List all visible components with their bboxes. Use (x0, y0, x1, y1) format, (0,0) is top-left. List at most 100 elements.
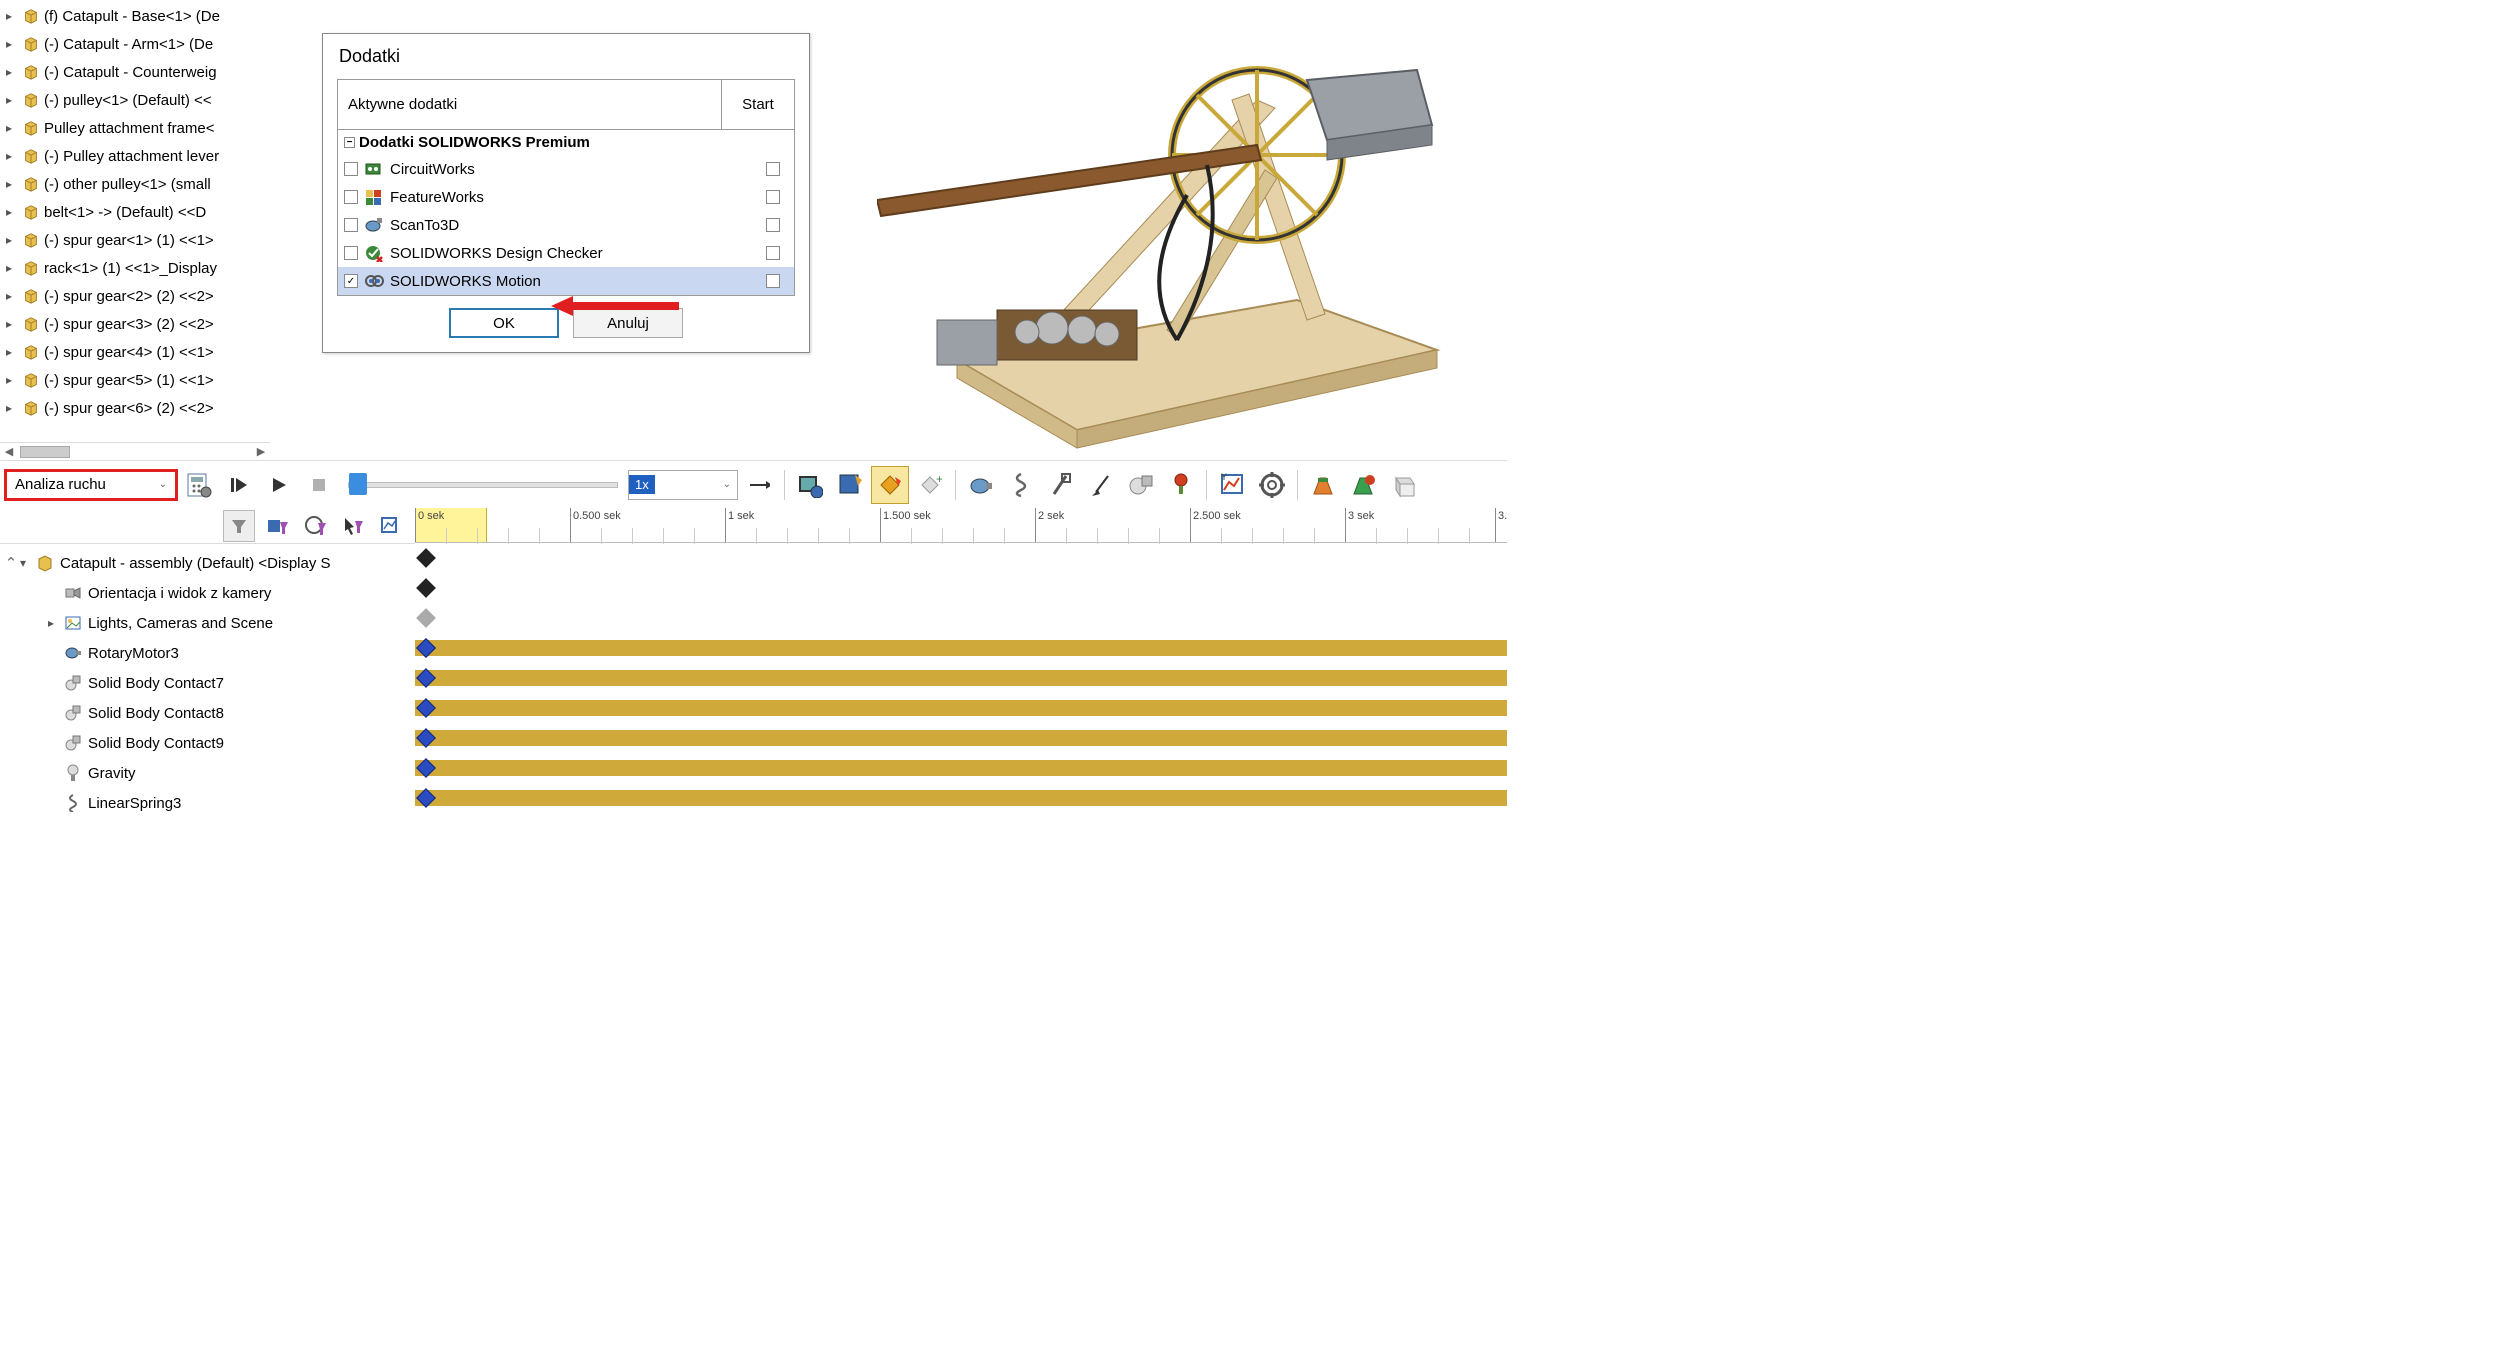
contact-icon (62, 674, 84, 692)
filter-selected-button[interactable] (337, 510, 369, 542)
timeline-tree-item[interactable]: Orientacja i widok z kamery (0, 578, 415, 608)
time-slider-thumb[interactable] (349, 473, 367, 495)
ok-button[interactable]: OK (449, 308, 559, 338)
timeline-tree-item[interactable]: Gravity (0, 758, 415, 788)
tree-horizontal-scrollbar[interactable]: ◀ ▶ (0, 442, 270, 460)
cancel-button[interactable]: Anuluj (573, 308, 683, 338)
addin-row[interactable]: FeatureWorks (338, 183, 794, 211)
filter-driving-button[interactable] (299, 510, 331, 542)
svg-text:Y: Y (1221, 472, 1227, 482)
sim-setup-button[interactable] (1304, 466, 1342, 504)
tree-item[interactable]: ▸(-) Catapult - Arm<1> (De (0, 30, 270, 58)
addin-row[interactable]: SOLIDWORKS Design Checker (338, 239, 794, 267)
filter-results-button[interactable] (375, 510, 407, 542)
timeline-track[interactable] (415, 603, 1507, 633)
results-plot-button[interactable]: Y (1213, 466, 1251, 504)
contact-button[interactable] (1122, 466, 1160, 504)
timeline-tree-item[interactable]: Solid Body Contact9 (0, 728, 415, 758)
timeline-tree-item[interactable]: Solid Body Contact7 (0, 668, 415, 698)
addin-start-checkbox[interactable] (766, 162, 780, 176)
addin-start-checkbox[interactable] (766, 246, 780, 260)
tree-item[interactable]: ▸(-) spur gear<3> (2) <<2> (0, 310, 270, 338)
spring-button[interactable] (1002, 466, 1040, 504)
part-icon (22, 315, 40, 333)
animation-wizard-button[interactable] (831, 466, 869, 504)
add-key-button[interactable]: + (911, 466, 949, 504)
tree-item[interactable]: ▸(-) spur gear<6> (2) <<2> (0, 394, 270, 422)
addin-active-checkbox[interactable] (344, 190, 358, 204)
motor-icon (62, 645, 84, 661)
sim-results-button[interactable] (1344, 466, 1382, 504)
keyframe-diamond[interactable] (416, 578, 436, 598)
play-button[interactable] (260, 466, 298, 504)
tree-item[interactable]: ▸belt<1> -> (Default) <<D (0, 198, 270, 226)
graphics-viewport[interactable]: Dodatki Aktywne dodatki Start − Dodatki … (270, 0, 1507, 460)
addin-icon (364, 160, 384, 178)
tree-item[interactable]: ▸(-) spur gear<1> (1) <<1> (0, 226, 270, 254)
tree-item[interactable]: ▸(-) spur gear<5> (1) <<1> (0, 366, 270, 394)
playback-speed-select[interactable]: 1x ⌄ (628, 470, 738, 500)
part-icon (22, 7, 40, 25)
play-from-start-button[interactable] (220, 466, 258, 504)
model-preview-image (877, 30, 1477, 453)
timeline-track[interactable] (415, 753, 1507, 783)
tree-item[interactable]: ▸Pulley attachment frame< (0, 114, 270, 142)
damper-button[interactable] (1042, 466, 1080, 504)
addin-active-checkbox[interactable]: ✓ (344, 274, 358, 288)
timeline-tree-item[interactable]: ▸Lights, Cameras and Scene (0, 608, 415, 638)
keyframe-diamond[interactable] (416, 608, 436, 628)
addins-column-start: Start (722, 96, 794, 113)
timeline-track[interactable] (415, 573, 1507, 603)
timeline-ruler[interactable]: 0 sek0.500 sek1 sek1.500 sek2 sek2.500 s… (415, 508, 1507, 543)
timeline-tree-item[interactable]: Solid Body Contact8 (0, 698, 415, 728)
addin-active-checkbox[interactable] (344, 246, 358, 260)
stop-button[interactable] (300, 466, 338, 504)
filter-animated-button[interactable] (261, 510, 293, 542)
timeline-tree-item[interactable]: RotaryMotor3 (0, 638, 415, 668)
tree-item[interactable]: ▸(-) pulley<1> (Default) << (0, 86, 270, 114)
addin-start-checkbox[interactable] (766, 218, 780, 232)
tree-item[interactable]: ▸(-) Catapult - Counterweig (0, 58, 270, 86)
tree-item[interactable]: ▸(-) other pulley<1> (small (0, 170, 270, 198)
addin-row[interactable]: ✓SOLIDWORKS Motion (338, 267, 794, 295)
addins-group-header[interactable]: − Dodatki SOLIDWORKS Premium (338, 130, 794, 155)
timeline-track[interactable] (415, 783, 1507, 813)
part-icon (22, 63, 40, 81)
timeline-track[interactable] (415, 723, 1507, 753)
timeline-tree-item[interactable]: LinearSpring3 (0, 788, 415, 813)
part-icon (22, 175, 40, 193)
timeline-track[interactable] (415, 543, 1507, 573)
save-animation-button[interactable] (791, 466, 829, 504)
autokey-button[interactable] (871, 466, 909, 504)
gravity-button[interactable] (1162, 466, 1200, 504)
addin-start-checkbox[interactable] (766, 274, 780, 288)
filter-button[interactable] (223, 510, 255, 542)
timeline-track[interactable] (415, 633, 1507, 663)
tree-item[interactable]: ▸(f) Catapult - Base<1> (De (0, 2, 270, 30)
mass-properties-button[interactable] (1384, 466, 1422, 504)
timeline-tree-item[interactable]: ⌃▾Catapult - assembly (Default) <Display… (0, 548, 415, 578)
addin-row[interactable]: ScanTo3D (338, 211, 794, 239)
addin-row[interactable]: CircuitWorks (338, 155, 794, 183)
tree-item[interactable]: ▸(-) spur gear<4> (1) <<1> (0, 338, 270, 366)
tree-item[interactable]: ▸rack<1> (1) <<1>_Display (0, 254, 270, 282)
contact-icon (62, 704, 84, 722)
calculate-button[interactable] (180, 466, 218, 504)
scene-icon (62, 615, 84, 631)
addin-active-checkbox[interactable] (344, 162, 358, 176)
motion-study-type-select[interactable]: Analiza ruchu⌄ (4, 469, 178, 501)
time-slider[interactable] (348, 482, 618, 488)
timeline-track[interactable] (415, 663, 1507, 693)
motion-toolbar: Analiza ruchu⌄ 1x ⌄ + (0, 460, 1507, 508)
force-button[interactable] (1082, 466, 1120, 504)
addin-start-checkbox[interactable] (766, 190, 780, 204)
motion-study-properties-button[interactable] (1253, 466, 1291, 504)
addin-active-checkbox[interactable] (344, 218, 358, 232)
part-icon (22, 119, 40, 137)
playback-mode-button[interactable] (740, 466, 778, 504)
tree-item[interactable]: ▸(-) Pulley attachment lever (0, 142, 270, 170)
motor-button[interactable] (962, 466, 1000, 504)
keyframe-diamond[interactable] (416, 548, 436, 568)
timeline-track[interactable] (415, 693, 1507, 723)
tree-item[interactable]: ▸(-) spur gear<2> (2) <<2> (0, 282, 270, 310)
